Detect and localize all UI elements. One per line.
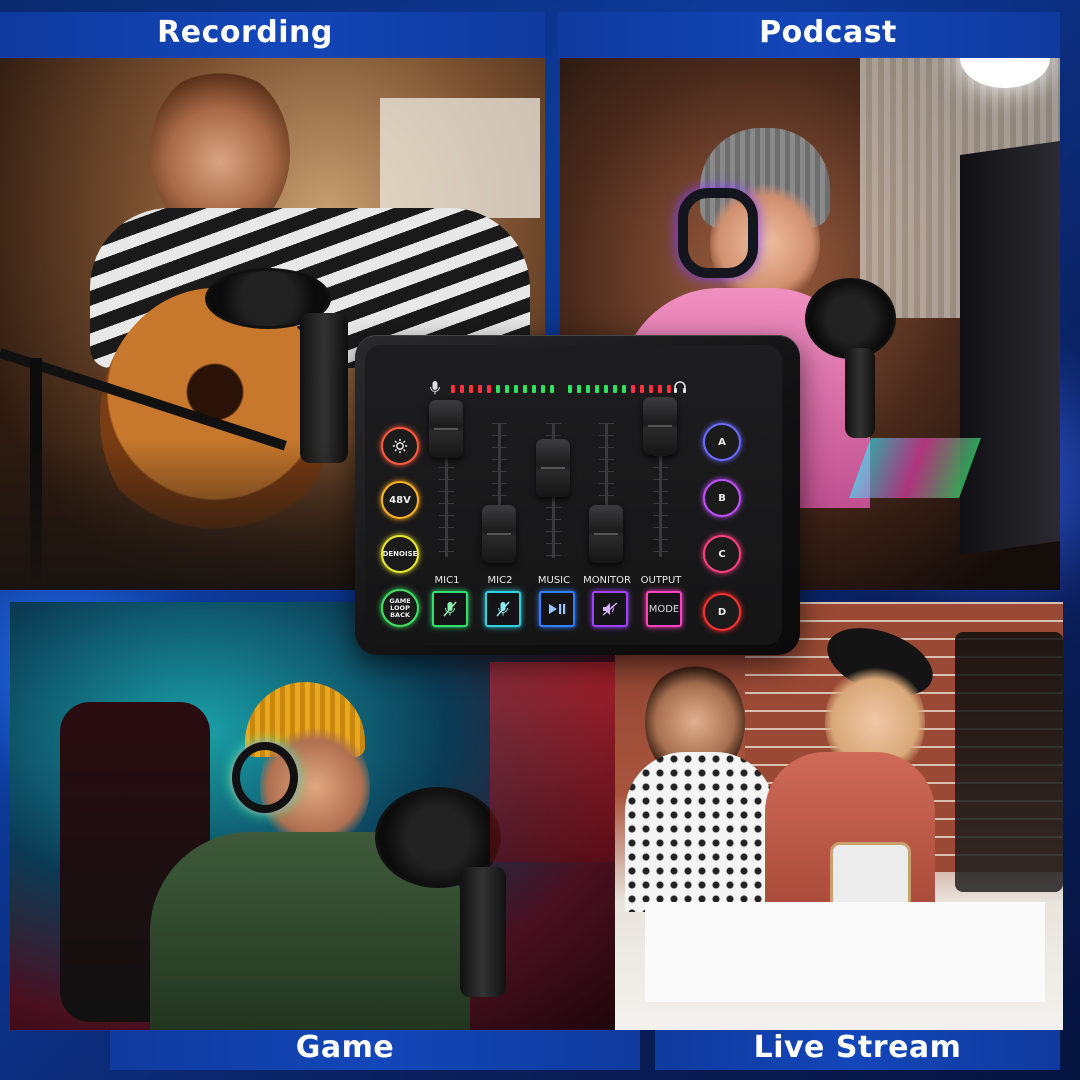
level-led bbox=[631, 385, 635, 393]
scene-live-stream bbox=[615, 602, 1063, 1030]
label-podcast: Podcast bbox=[759, 15, 897, 50]
level-meter-left bbox=[451, 385, 554, 393]
level-meter-right bbox=[568, 385, 671, 393]
output-label: OUTPUT bbox=[640, 575, 682, 586]
studio-mic bbox=[845, 348, 875, 438]
level-led bbox=[604, 385, 608, 393]
pop-filter bbox=[805, 278, 896, 359]
preset-d-button[interactable]: D bbox=[703, 593, 741, 631]
game-loopback-label: GAME LOOP BACK bbox=[389, 596, 411, 619]
level-led bbox=[595, 385, 599, 393]
polka-dot-top bbox=[625, 752, 775, 912]
audio-mixer: 48V DENOISE GAME LOOP BACK A B C D MIC1 … bbox=[355, 335, 800, 655]
level-led bbox=[658, 385, 662, 393]
mic2-mute-button[interactable] bbox=[485, 591, 521, 627]
headphones bbox=[678, 188, 758, 278]
level-led bbox=[622, 385, 626, 393]
preset-b-button[interactable]: B bbox=[703, 479, 741, 517]
headphones-icon bbox=[674, 381, 686, 393]
studio-mic bbox=[460, 867, 506, 997]
mic1-fader[interactable] bbox=[429, 400, 463, 458]
level-led bbox=[478, 385, 482, 393]
label-recording: Recording bbox=[157, 15, 333, 50]
mode-label: MODE bbox=[648, 603, 680, 615]
preset-d-label: D bbox=[717, 606, 727, 618]
level-led bbox=[460, 385, 464, 393]
level-led bbox=[523, 385, 527, 393]
label-game: Game bbox=[295, 1030, 395, 1065]
output-mode-button[interactable]: MODE bbox=[646, 591, 682, 627]
music-play-pause-button[interactable] bbox=[539, 591, 575, 627]
level-led bbox=[586, 385, 590, 393]
level-led bbox=[550, 385, 554, 393]
monitor-mute-button[interactable] bbox=[592, 591, 628, 627]
phantom-48v-button[interactable]: 48V bbox=[381, 481, 419, 519]
level-led bbox=[541, 385, 545, 393]
game-loopback-button[interactable]: GAME LOOP BACK bbox=[381, 589, 419, 627]
level-led bbox=[469, 385, 473, 393]
monitor bbox=[960, 140, 1060, 556]
preset-a-button[interactable]: A bbox=[703, 423, 741, 461]
scene-game bbox=[10, 602, 640, 1030]
level-led bbox=[514, 385, 518, 393]
level-led bbox=[667, 385, 671, 393]
preset-b-label: B bbox=[718, 492, 726, 504]
mic-icon bbox=[430, 381, 440, 395]
desk bbox=[645, 902, 1045, 1002]
preset-c-label: C bbox=[718, 548, 726, 560]
rgb-keyboard bbox=[849, 438, 981, 498]
level-led bbox=[451, 385, 455, 393]
level-led bbox=[505, 385, 509, 393]
camera bbox=[955, 632, 1063, 892]
output-fader[interactable] bbox=[643, 397, 677, 455]
phantom-48v-label: 48V bbox=[389, 494, 411, 506]
mic-mute-icon bbox=[496, 601, 510, 617]
level-led bbox=[532, 385, 536, 393]
level-led bbox=[568, 385, 572, 393]
preset-c-button[interactable]: C bbox=[703, 535, 741, 573]
mic1-mute-button[interactable] bbox=[432, 591, 468, 627]
level-led bbox=[496, 385, 500, 393]
mic2-fader[interactable] bbox=[482, 505, 516, 563]
rgb-headset bbox=[232, 742, 298, 813]
speaker-mute-icon bbox=[602, 602, 618, 616]
play-pause-icon bbox=[549, 604, 566, 614]
level-led bbox=[649, 385, 653, 393]
level-led bbox=[613, 385, 617, 393]
music-fader[interactable] bbox=[536, 439, 570, 497]
preset-a-label: A bbox=[718, 436, 726, 448]
brightness-button[interactable] bbox=[381, 427, 419, 465]
denoise-button[interactable]: DENOISE bbox=[381, 535, 419, 573]
level-led bbox=[577, 385, 581, 393]
level-led bbox=[640, 385, 644, 393]
brightness-icon bbox=[392, 438, 408, 454]
mic-mute-icon bbox=[443, 601, 457, 617]
monitor-fader[interactable] bbox=[589, 505, 623, 563]
denoise-label: DENOISE bbox=[382, 549, 418, 558]
level-led bbox=[487, 385, 491, 393]
label-live-stream: Live Stream bbox=[753, 1030, 962, 1065]
